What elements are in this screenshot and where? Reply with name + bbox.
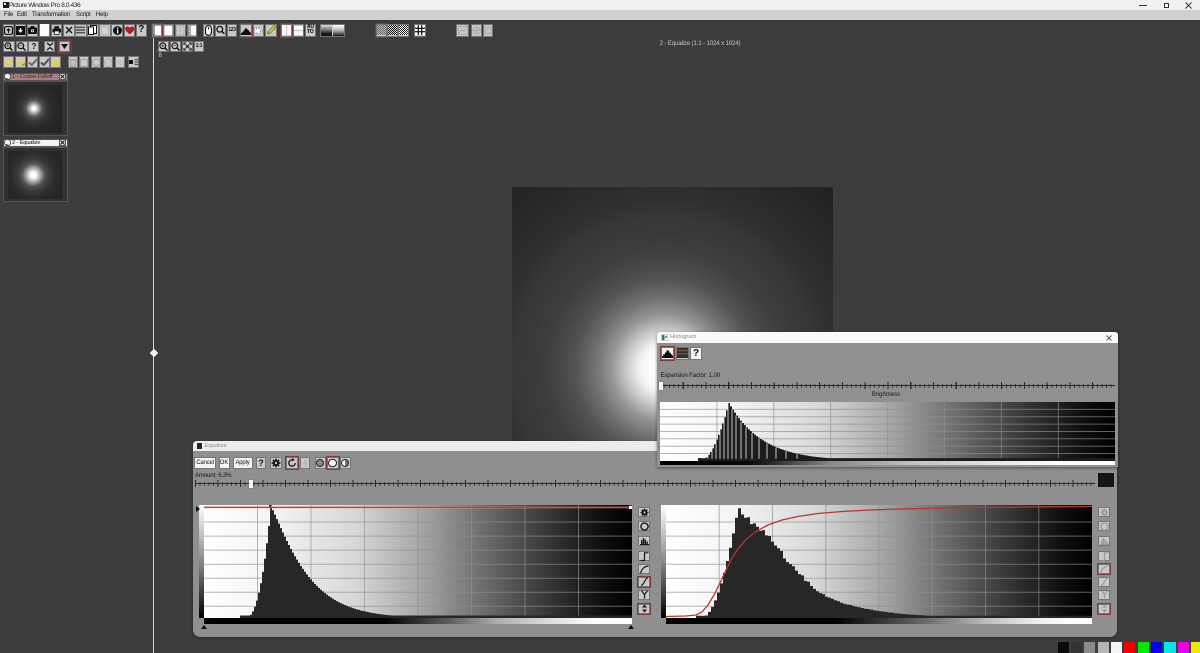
svg-text:ic: ic: [118, 61, 122, 67]
svg-text:−: −: [173, 43, 176, 49]
svg-text:+: +: [6, 44, 9, 50]
svg-text:−: −: [19, 44, 22, 50]
svg-text:+: +: [161, 43, 164, 49]
